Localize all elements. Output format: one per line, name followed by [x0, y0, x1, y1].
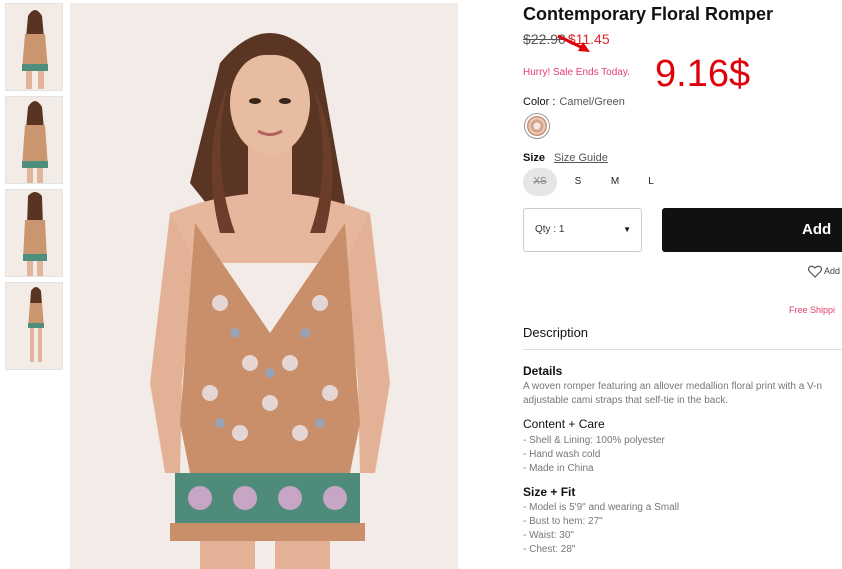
divider [523, 349, 842, 350]
details-line-1: A woven romper featuring an allover meda… [523, 381, 823, 392]
size-guide-link[interactable]: Size Guide [554, 152, 608, 164]
price-annotation: 9.16$ [655, 53, 751, 95]
fit-line-3: - Waist: 30" [523, 530, 574, 541]
size-label: Size [523, 152, 546, 164]
add-to-bag-button[interactable]: Add [662, 208, 842, 252]
size-option-xs[interactable]: XS [523, 168, 557, 196]
wishlist-label: Add [824, 265, 841, 276]
size-row: Size Size Guide [523, 152, 608, 164]
color-label: Color : [523, 96, 556, 108]
size-option-s[interactable]: S [571, 168, 585, 196]
fit-line-2: - Bust to hem: 27" [523, 516, 603, 527]
care-line-3: - Made in China [523, 463, 594, 474]
fit-line-1: - Model is 5'9" and wearing a Small [523, 502, 680, 513]
details-heading: Details [523, 364, 563, 378]
details-line-2: adjustable cami straps that self-tie in … [523, 395, 729, 406]
swatch-pattern [527, 116, 547, 136]
fit-line-4: - Chest: 28" [523, 544, 576, 555]
care-line-2: - Hand wash cold [523, 449, 601, 460]
thumbnail-2[interactable] [5, 96, 63, 184]
caret-down-icon: ▼ [623, 225, 631, 234]
add-button-label: Add [802, 221, 832, 238]
thumbnail-4[interactable] [5, 282, 63, 370]
size-option-l[interactable]: L [644, 168, 658, 196]
color-value: Camel/Green [559, 96, 625, 108]
care-heading: Content + Care [523, 417, 605, 431]
size-options: XS S M L [523, 168, 683, 196]
main-product-image[interactable] [70, 3, 458, 569]
add-to-wishlist[interactable]: Add [807, 265, 841, 278]
sale-ends-notice: Hurry! Sale Ends Today. [523, 67, 630, 78]
thumbnail-3[interactable] [5, 189, 63, 277]
heart-icon [807, 265, 823, 278]
color-swatch[interactable] [524, 113, 550, 139]
quantity-select[interactable]: Qty : 1 ▼ [523, 208, 642, 252]
quantity-value: Qty : 1 [535, 224, 565, 235]
size-option-m[interactable]: M [608, 168, 622, 196]
red-arrow-icon [557, 34, 590, 52]
free-shipping-notice: Free Shippi [789, 305, 836, 315]
care-line-1: - Shell & Lining: 100% polyester [523, 435, 665, 446]
thumbnail-1[interactable] [5, 3, 63, 91]
color-row: Color : Camel/Green [523, 96, 625, 108]
description-heading: Description [523, 325, 589, 340]
fit-heading: Size + Fit [523, 485, 576, 499]
thumbnail-strip [5, 3, 63, 375]
